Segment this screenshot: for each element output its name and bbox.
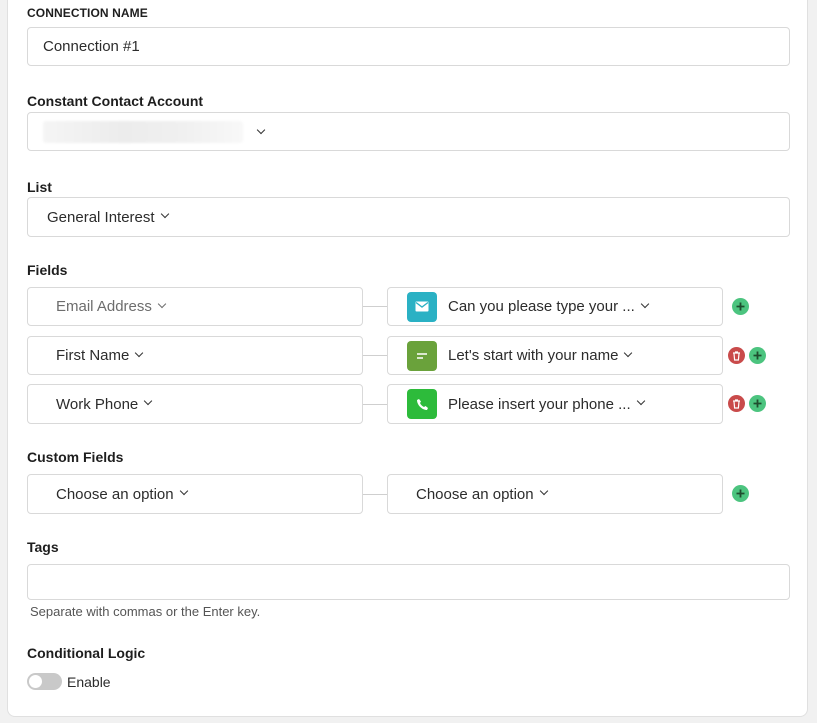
list-selected-value: General Interest bbox=[47, 208, 155, 226]
trash-icon bbox=[733, 350, 740, 361]
custom-value-select[interactable]: Choose an option bbox=[387, 474, 723, 514]
toggle-knob bbox=[29, 675, 42, 688]
phone-icon bbox=[407, 389, 437, 419]
chevron-down-icon bbox=[144, 396, 153, 406]
chevron-down-icon bbox=[624, 348, 633, 357]
add-field-button[interactable] bbox=[749, 395, 766, 412]
fields-label: Fields bbox=[27, 262, 68, 278]
chevron-down-icon bbox=[539, 486, 548, 496]
custom-field-select-value: Choose an option bbox=[56, 485, 174, 503]
field-select-first-name[interactable]: First Name bbox=[27, 336, 363, 375]
custom-value-select-value: Choose an option bbox=[416, 485, 534, 503]
conditional-logic-label: Conditional Logic bbox=[27, 645, 146, 661]
field-select-value: First Name bbox=[56, 347, 130, 364]
question-select-value: Please insert your phone ... bbox=[448, 395, 631, 413]
field-select-work-phone[interactable]: Work Phone bbox=[27, 384, 363, 424]
tags-input[interactable] bbox=[27, 564, 790, 600]
chevron-down-icon bbox=[256, 125, 266, 135]
question-select-value: Can you please type your ... bbox=[448, 298, 635, 315]
trash-icon bbox=[733, 398, 740, 409]
tags-help-text: Separate with commas or the Enter key. bbox=[30, 604, 261, 619]
custom-fields-label: Custom Fields bbox=[27, 449, 124, 465]
chevron-down-icon bbox=[135, 348, 144, 357]
envelope-icon bbox=[407, 291, 437, 322]
field-connector-line bbox=[363, 494, 387, 495]
connection-name-value: Connection #1 bbox=[43, 38, 140, 55]
delete-field-button[interactable] bbox=[728, 347, 745, 364]
connection-name-input[interactable]: Connection #1 bbox=[27, 27, 790, 66]
chevron-down-icon bbox=[636, 396, 645, 406]
plus-icon bbox=[753, 399, 762, 408]
chevron-down-icon bbox=[157, 299, 167, 308]
account-label: Constant Contact Account bbox=[27, 93, 204, 109]
field-select-email[interactable]: Email Address bbox=[27, 287, 363, 326]
account-name-redacted bbox=[43, 121, 243, 143]
delete-field-button[interactable] bbox=[728, 395, 745, 412]
field-connector-line bbox=[363, 306, 387, 307]
field-connector-line bbox=[363, 355, 387, 356]
custom-field-select[interactable]: Choose an option bbox=[27, 474, 363, 514]
question-select-name[interactable]: Let's start with your name bbox=[387, 336, 723, 375]
list-select[interactable]: General Interest bbox=[27, 197, 790, 237]
plus-icon bbox=[753, 351, 762, 360]
plus-icon bbox=[736, 489, 745, 498]
add-custom-field-button[interactable] bbox=[732, 485, 749, 502]
enable-toggle-label[interactable]: Enable bbox=[67, 674, 111, 690]
question-select-email[interactable]: Can you please type your ... bbox=[387, 287, 723, 326]
chevron-down-icon bbox=[640, 299, 650, 308]
list-label: List bbox=[27, 179, 52, 195]
field-select-value: Email Address bbox=[56, 298, 152, 315]
tags-label: Tags bbox=[27, 539, 59, 555]
field-select-value: Work Phone bbox=[56, 395, 139, 413]
chevron-down-icon bbox=[179, 486, 188, 496]
chevron-down-icon bbox=[160, 209, 169, 219]
account-select[interactable] bbox=[27, 112, 790, 151]
plus-icon bbox=[736, 302, 745, 311]
question-select-value: Let's start with your name bbox=[448, 347, 619, 364]
connection-name-label: CONNECTION NAME bbox=[27, 6, 148, 20]
field-connector-line bbox=[363, 404, 387, 405]
add-field-button[interactable] bbox=[749, 347, 766, 364]
short-text-icon bbox=[407, 340, 437, 371]
question-select-phone[interactable]: Please insert your phone ... bbox=[387, 384, 723, 424]
add-field-button[interactable] bbox=[732, 298, 749, 315]
enable-toggle[interactable] bbox=[27, 673, 62, 690]
